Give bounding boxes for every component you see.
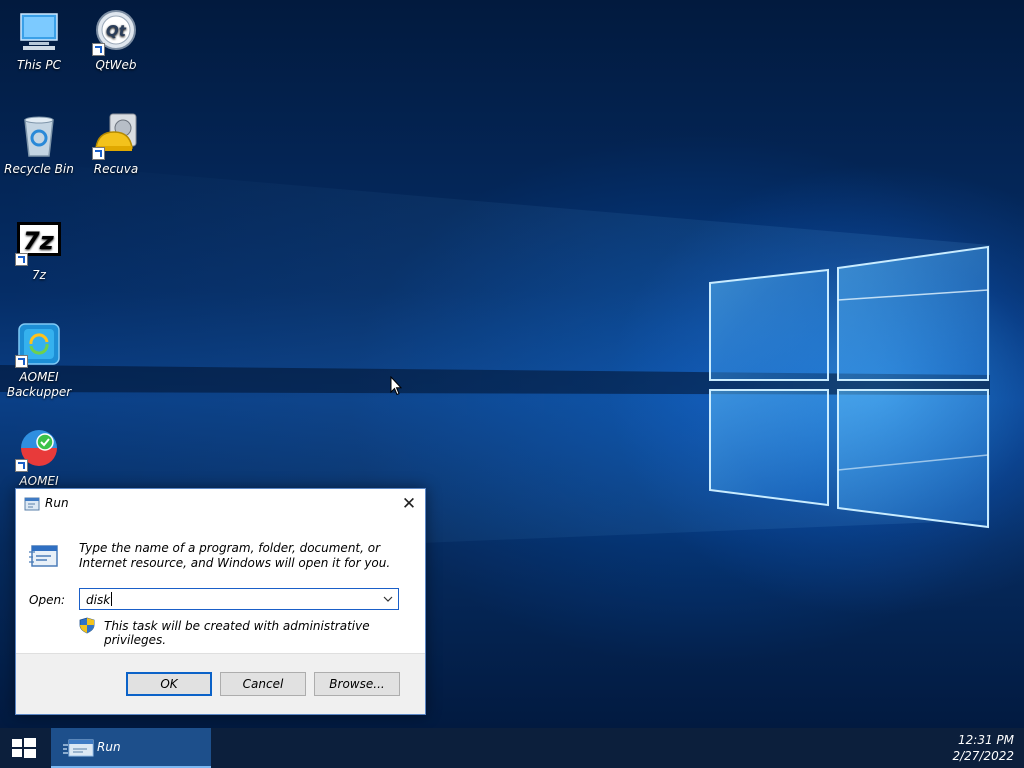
dialog-title: Run [45,496,69,510]
shortcut-arrow-icon [15,459,28,472]
open-input[interactable]: disk [86,592,113,607]
shortcut-arrow-icon [15,253,28,266]
start-button[interactable] [0,728,48,768]
desktop-icon-recycle-bin[interactable]: Recycle Bin [1,112,77,177]
desktop-icon-aomei-backupper[interactable]: AOMEI Backupper [1,320,77,400]
desktop-icon-label: AOMEI [19,474,59,488]
open-combobox[interactable]: disk [79,588,399,610]
desktop-icon-recuva[interactable]: Recuva [78,112,154,177]
open-label: Open: [29,593,66,607]
run-program-icon [29,545,58,567]
run-icon [63,739,94,757]
cancel-button[interactable]: Cancel [220,672,306,696]
ok-button[interactable]: OK [126,672,212,696]
run-icon [24,497,40,511]
desktop-icon-aomei[interactable]: AOMEI [1,424,77,489]
chevron-down-icon[interactable] [378,589,398,609]
desktop-icon-7z[interactable]: 7z 7z [1,218,77,283]
admin-privileges-note: This task will be created with administr… [104,619,370,647]
shortcut-arrow-icon [92,147,105,160]
desktop-icon-label: Recycle Bin [4,162,74,176]
dialog-button-bar: OK Cancel Browse... [16,653,425,714]
recycle-bin-icon [15,112,63,160]
open-input-value: disk [86,593,111,607]
aomei-partition-icon [15,424,63,472]
svg-text:7z: 7z [23,227,55,255]
taskbar-item-run[interactable]: Run [51,728,211,768]
clock-time: 12:31 PM [958,733,1014,747]
dialog-description: Type the name of a program, folder, docu… [79,541,391,570]
shortcut-arrow-icon [15,355,28,368]
browse-button[interactable]: Browse... [314,672,400,696]
desktop-icon-this-pc[interactable]: This PC [1,8,77,73]
text-caret [111,592,113,606]
desktop-icon-label: QtWeb [95,58,137,72]
qtweb-icon: Qt [92,8,140,56]
desktop-icon-label: This PC [17,58,61,72]
run-dialog: Run ✕ Type the name of a program, folder… [15,488,426,715]
clock-date: 2/27/2022 [952,749,1014,763]
desktop-icon-label: Recuva [93,162,139,176]
taskbar-item-label: Run [97,740,121,754]
taskbar: Run 12:31 PM 2/27/2022 [0,728,1024,768]
desktop-icon-label: 7z [32,268,46,282]
aomei-backupper-icon [15,320,63,368]
desktop-icon-label: AOMEI Backupper [6,370,72,399]
mouse-pointer-icon [390,376,402,396]
recuva-icon [92,112,140,160]
7zip-icon: 7z [15,218,63,266]
shortcut-arrow-icon [92,43,105,56]
run-dialog-titlebar[interactable]: Run ✕ [16,489,425,519]
uac-shield-icon [79,617,95,634]
computer-icon [15,8,63,56]
close-button[interactable]: ✕ [393,489,425,519]
system-clock[interactable]: 12:31 PM 2/27/2022 [952,732,1014,764]
desktop-icon-qtweb[interactable]: Qt QtWeb [78,8,154,73]
windows-logo-icon [12,738,36,758]
svg-text:Qt: Qt [106,22,127,40]
